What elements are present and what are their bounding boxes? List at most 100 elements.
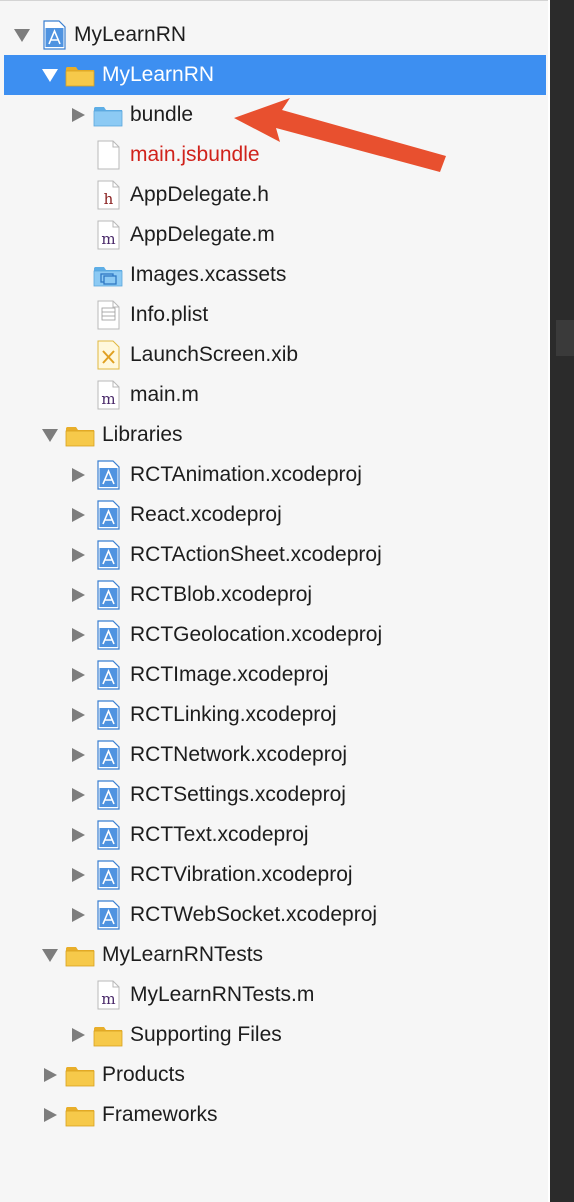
tree-row-label: RCTNetwork.xcodeproj (130, 743, 348, 766)
svg-text:h: h (104, 190, 114, 208)
svg-text:m: m (101, 390, 115, 408)
tree-row-label: Libraries (102, 423, 183, 446)
tree-row[interactable]: m MyLearnRNTests.m (4, 975, 546, 1015)
tree-row-label: MyLearnRN (74, 23, 187, 46)
tree-row[interactable]: Frameworks (4, 1095, 546, 1135)
disclosure-collapsed-icon[interactable] (44, 1108, 57, 1122)
tree-row-label: Supporting Files (130, 1023, 282, 1046)
tree-row[interactable]: RCTVibration.xcodeproj (4, 855, 546, 895)
tree-row-label: MyLearnRNTests (102, 943, 264, 966)
tree-row[interactable]: MyLearnRN (4, 15, 546, 55)
xcodeproj-icon (92, 539, 124, 571)
disclosure-expanded-icon[interactable] (42, 949, 58, 962)
xcodeproj-icon (92, 699, 124, 731)
project-navigator: MyLearnRN MyLearnRN bundle main.jsbundle h Ap… (0, 0, 548, 1202)
tree-row-label: Info.plist (130, 303, 209, 326)
tree-row[interactable]: m main.m (4, 375, 546, 415)
disclosure-collapsed-icon[interactable] (72, 588, 85, 602)
disclosure-collapsed-icon[interactable] (72, 908, 85, 922)
xcodeproj-icon (92, 459, 124, 491)
header-file-icon: h (92, 179, 124, 211)
disclosure-collapsed-icon[interactable] (72, 708, 85, 722)
tree-row[interactable]: Supporting Files (4, 1015, 546, 1055)
tree-row[interactable]: Images.xcassets (4, 255, 546, 295)
folder-icon (92, 1019, 124, 1051)
tree-row-label: RCTLinking.xcodeproj (130, 703, 337, 726)
tree-row[interactable]: RCTAnimation.xcodeproj (4, 455, 546, 495)
tree-row[interactable]: LaunchScreen.xib (4, 335, 546, 375)
disclosure-collapsed-icon[interactable] (44, 1068, 57, 1082)
tree-row-label: RCTActionSheet.xcodeproj (130, 543, 382, 566)
svg-text:m: m (101, 990, 115, 1008)
xcodeproj-icon (92, 659, 124, 691)
tree-row[interactable]: RCTGeolocation.xcodeproj (4, 615, 546, 655)
disclosure-collapsed-icon[interactable] (72, 628, 85, 642)
xcodeproj-icon (92, 899, 124, 931)
tree-row[interactable]: Info.plist (4, 295, 546, 335)
editor-area-edge (548, 0, 574, 1202)
disclosure-collapsed-icon[interactable] (72, 668, 85, 682)
pane-divider[interactable] (548, 0, 550, 1202)
tree-row-label: RCTVibration.xcodeproj (130, 863, 353, 886)
blue-folder-icon (92, 99, 124, 131)
folder-icon (64, 939, 96, 971)
tree-row-label: RCTText.xcodeproj (130, 823, 309, 846)
tree-row[interactable]: bundle (4, 95, 546, 135)
tree-row-label: RCTSettings.xcodeproj (130, 783, 346, 806)
tree-row[interactable]: RCTActionSheet.xcodeproj (4, 535, 546, 575)
tree-row-label: RCTAnimation.xcodeproj (130, 463, 362, 486)
xcodeproj-icon (92, 499, 124, 531)
tree-row-label: Products (102, 1063, 185, 1086)
disclosure-collapsed-icon[interactable] (72, 788, 85, 802)
tree-row[interactable]: React.xcodeproj (4, 495, 546, 535)
folder-icon (64, 59, 96, 91)
disclosure-expanded-icon[interactable] (42, 69, 58, 82)
xcodeproj-icon (92, 819, 124, 851)
disclosure-collapsed-icon[interactable] (72, 508, 85, 522)
disclosure-collapsed-icon[interactable] (72, 1028, 85, 1042)
tree-row[interactable]: h AppDelegate.h (4, 175, 546, 215)
tree-row[interactable]: RCTBlob.xcodeproj (4, 575, 546, 615)
tree-row-label: MyLearnRNTests.m (130, 983, 315, 1006)
tree-row[interactable]: RCTSettings.xcodeproj (4, 775, 546, 815)
tree-row[interactable]: main.jsbundle (4, 135, 546, 175)
tree-row[interactable]: RCTImage.xcodeproj (4, 655, 546, 695)
folder-icon (64, 419, 96, 451)
tree-row-label: React.xcodeproj (130, 503, 282, 526)
tree-row-label: RCTWebSocket.xcodeproj (130, 903, 378, 926)
disclosure-collapsed-icon[interactable] (72, 468, 85, 482)
tree-row[interactable]: RCTNetwork.xcodeproj (4, 735, 546, 775)
tree-row[interactable]: RCTWebSocket.xcodeproj (4, 895, 546, 935)
disclosure-expanded-icon[interactable] (14, 29, 30, 42)
tree-row[interactable]: MyLearnRNTests (4, 935, 546, 975)
tree-row[interactable]: Libraries (4, 415, 546, 455)
disclosure-collapsed-icon[interactable] (72, 868, 85, 882)
disclosure-collapsed-icon[interactable] (72, 748, 85, 762)
tree-row-label: AppDelegate.h (130, 183, 269, 206)
tree-row[interactable]: RCTLinking.xcodeproj (4, 695, 546, 735)
objc-file-icon: m (92, 379, 124, 411)
disclosure-expanded-icon[interactable] (42, 429, 58, 442)
blank-file-icon (92, 139, 124, 171)
tree-row-label: MyLearnRN (102, 63, 215, 86)
objc-file-icon: m (92, 219, 124, 251)
tree-row-label: Frameworks (102, 1103, 218, 1126)
xcodeproj-icon (92, 739, 124, 771)
tree-row-label: bundle (130, 103, 194, 126)
tree-row-label: AppDelegate.m (130, 223, 275, 246)
tree-row-label: RCTGeolocation.xcodeproj (130, 623, 383, 646)
tree-row[interactable]: m AppDelegate.m (4, 215, 546, 255)
xcodeproj-icon (92, 619, 124, 651)
disclosure-collapsed-icon[interactable] (72, 548, 85, 562)
svg-text:m: m (101, 230, 115, 248)
objc-file-icon: m (92, 979, 124, 1011)
tree-row[interactable]: RCTText.xcodeproj (4, 815, 546, 855)
tree-row[interactable]: Products (4, 1055, 546, 1095)
xib-file-icon (92, 339, 124, 371)
disclosure-collapsed-icon[interactable] (72, 828, 85, 842)
xcodeproj-icon (92, 859, 124, 891)
disclosure-collapsed-icon[interactable] (72, 108, 85, 122)
tree-row[interactable]: MyLearnRN (4, 55, 546, 95)
folder-icon (64, 1099, 96, 1131)
xcodeproj-icon (92, 779, 124, 811)
